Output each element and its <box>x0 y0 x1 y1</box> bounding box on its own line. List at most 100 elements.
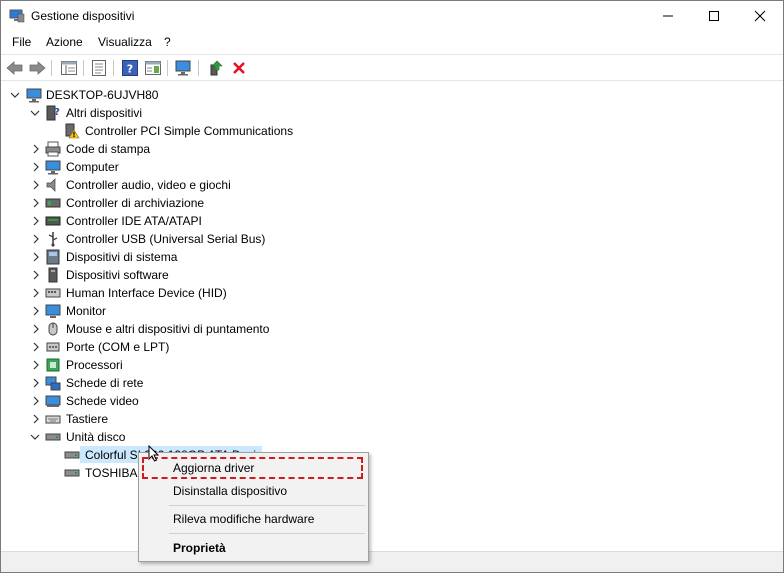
system-devices-icon <box>46 249 60 265</box>
menu-azione[interactable]: Azione <box>46 35 83 49</box>
speaker-icon <box>46 178 56 192</box>
chevron-right-icon[interactable] <box>31 252 41 262</box>
help-button[interactable]: ? <box>120 58 140 78</box>
tree-node-root[interactable]: DESKTOP-6UJVH80 <box>1 86 301 104</box>
tree-node-disk-drives[interactable]: Unità disco <box>1 428 301 446</box>
chevron-right-icon[interactable] <box>31 288 41 298</box>
tree-category-label: Schede video <box>66 394 139 408</box>
software-device-icon <box>48 267 58 283</box>
minimize-button[interactable] <box>645 1 691 31</box>
tree-node-category[interactable]: Controller audio, video e giochi <box>1 176 321 194</box>
toolbar-separator <box>113 60 114 76</box>
tree-node-category[interactable]: Processori <box>1 356 321 374</box>
menu-file[interactable]: File <box>12 35 31 49</box>
title-bar: Gestione dispositivi <box>1 1 783 31</box>
device-manager-window: Gestione dispositivi File Azione Visuali… <box>0 0 784 573</box>
chevron-right-icon[interactable] <box>31 180 41 190</box>
tree-node-category[interactable]: Controller USB (Universal Serial Bus) <box>1 230 321 248</box>
tree-node-other-devices[interactable]: ? Altri dispositivi <box>1 104 301 122</box>
keyboard-icon <box>45 415 61 424</box>
chevron-right-icon[interactable] <box>31 396 41 406</box>
tree-node-category[interactable]: Mouse e altri dispositivi di puntamento <box>1 320 321 338</box>
tree-category-label: Controller audio, video e giochi <box>66 178 231 192</box>
network-adapter-icon <box>45 376 61 391</box>
action-view-button[interactable] <box>143 58 163 78</box>
delete-x-icon <box>233 62 245 74</box>
ctx-separator <box>169 533 365 534</box>
ctx-uninstall-device[interactable]: Disinstalla dispositivo <box>173 484 287 498</box>
help-book-icon: ? <box>122 60 138 76</box>
svg-text:!: ! <box>72 131 75 139</box>
ide-controller-icon <box>45 216 61 226</box>
chevron-right-icon[interactable] <box>31 216 41 226</box>
chevron-right-icon[interactable] <box>31 306 41 316</box>
ctx-properties[interactable]: Proprietà <box>173 541 226 555</box>
chevron-right-icon[interactable] <box>31 234 41 244</box>
mouse-icon <box>48 322 58 336</box>
chevron-right-icon[interactable] <box>31 324 41 334</box>
chevron-right-icon[interactable] <box>31 342 41 352</box>
tree-node-category[interactable]: Human Interface Device (HID) <box>1 284 321 302</box>
tree-other-devices-label: Altri dispositivi <box>66 106 143 120</box>
tree-node-category[interactable]: Monitor <box>1 302 321 320</box>
chevron-right-icon[interactable] <box>31 144 41 154</box>
properties-button[interactable] <box>89 58 109 78</box>
toolbar-separator <box>51 60 52 76</box>
disk-drive-icon <box>64 451 80 459</box>
chevron-right-icon[interactable] <box>31 360 41 370</box>
back-button[interactable] <box>5 58 25 78</box>
forward-arrow-icon <box>29 61 46 75</box>
uninstall-device-button[interactable] <box>229 58 249 78</box>
update-driver-button[interactable] <box>206 58 226 78</box>
tree-category-label: Monitor <box>66 304 107 318</box>
chevron-down-icon[interactable] <box>30 108 40 118</box>
menu-visualizza[interactable]: Visualizza <box>98 35 152 49</box>
chevron-down-icon[interactable] <box>10 90 20 100</box>
console-tree-icon <box>61 61 77 75</box>
maximize-button[interactable] <box>691 1 737 31</box>
status-bar <box>1 551 783 572</box>
toolbar-separator <box>167 60 168 76</box>
tree-category-label: Dispositivi software <box>66 268 169 282</box>
disk-drive-icon <box>45 433 61 441</box>
forward-button[interactable] <box>27 58 47 78</box>
disk-drive-icon <box>64 469 80 477</box>
tree-pci-controller-label: Controller PCI Simple Communications <box>85 124 294 138</box>
chevron-right-icon[interactable] <box>31 414 41 424</box>
menu-help[interactable]: ? <box>164 35 171 49</box>
tree-category-label: Controller di archiviazione <box>66 196 205 210</box>
tree-category-label: Code di stampa <box>66 142 151 156</box>
chevron-right-icon[interactable] <box>31 198 41 208</box>
scan-hardware-button[interactable] <box>174 58 194 78</box>
tree-node-category[interactable]: Schede di rete <box>1 374 321 392</box>
tree-category-label: Mouse e altri dispositivi di puntamento <box>66 322 270 336</box>
minimize-icon <box>663 15 673 17</box>
tree-category-label: Controller IDE ATA/ATAPI <box>66 214 202 228</box>
show-hide-console-tree-button[interactable] <box>59 58 79 78</box>
monitor-scan-icon <box>175 60 191 76</box>
tree-category-label: Processori <box>66 358 123 372</box>
tree-node-category[interactable]: Dispositivi software <box>1 266 321 284</box>
port-icon <box>46 342 60 352</box>
tree-root-label: DESKTOP-6UJVH80 <box>46 88 159 102</box>
tree-node-pci-controller[interactable]: ! Controller PCI Simple Communications <box>1 122 321 140</box>
chevron-right-icon[interactable] <box>31 162 41 172</box>
tree-node-category[interactable]: Dispositivi di sistema <box>1 248 321 266</box>
close-button[interactable] <box>737 1 783 31</box>
tree-node-category[interactable]: Controller di archiviazione <box>1 194 321 212</box>
chevron-right-icon[interactable] <box>31 378 41 388</box>
chevron-down-icon[interactable] <box>30 432 40 442</box>
tree-node-category[interactable]: Porte (COM e LPT) <box>1 338 321 356</box>
svg-text:?: ? <box>127 63 133 76</box>
close-icon <box>754 10 766 22</box>
usb-icon <box>48 232 58 247</box>
tree-node-category[interactable]: Controller IDE ATA/ATAPI <box>1 212 321 230</box>
tree-node-category[interactable]: Code di stampa <box>1 140 321 158</box>
tree-node-category[interactable]: Schede video <box>1 392 321 410</box>
ctx-scan-hardware[interactable]: Rileva modifiche hardware <box>173 512 314 526</box>
chevron-right-icon[interactable] <box>31 270 41 280</box>
tree-node-category[interactable]: Tastiere <box>1 410 321 428</box>
tree-node-category[interactable]: Computer <box>1 158 321 176</box>
update-driver-icon <box>210 60 223 76</box>
tree-category-label: Human Interface Device (HID) <box>66 286 227 300</box>
